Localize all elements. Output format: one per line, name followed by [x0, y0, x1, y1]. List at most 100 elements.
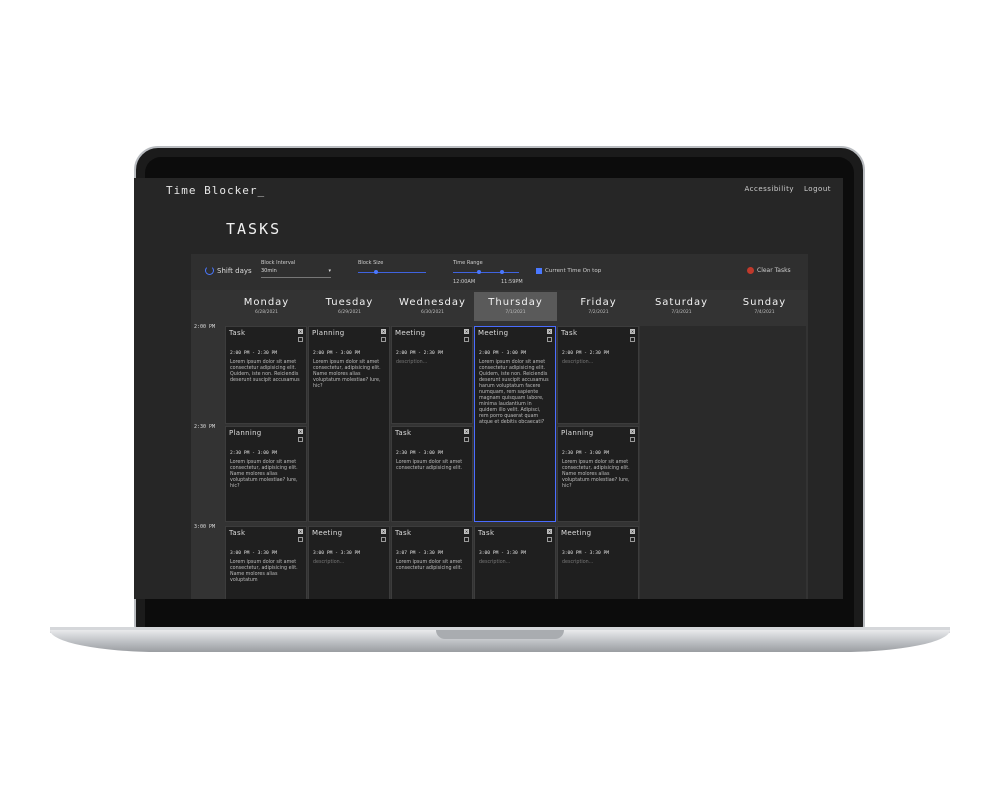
card-description: Lorem ipsum dolor sit amet consectetur, …: [562, 460, 630, 489]
current-time-checkbox[interactable]: Current Time On top: [536, 268, 601, 274]
card-time: 2:30 PM - 3:00 PM: [230, 451, 278, 456]
toolbar: Shift days Block Interval 30min ▾ Block …: [191, 254, 808, 290]
day-header-sunday: Sunday 7/4/2021: [723, 292, 806, 321]
day-date: 6/30/2021: [420, 310, 445, 315]
card-time: 3:07 PM - 3:30 PM: [396, 551, 444, 556]
block-interval-select[interactable]: 30min ▾: [261, 268, 331, 278]
logout-link[interactable]: Logout: [804, 185, 831, 193]
expand-icon[interactable]: [464, 337, 469, 342]
chevron-down-icon: ▾: [328, 268, 331, 274]
card-time: 3:00 PM - 3:30 PM: [230, 551, 278, 556]
clear-tasks-label: Clear Tasks: [757, 267, 791, 274]
day-header-saturday: Saturday 7/3/2021: [640, 292, 723, 321]
card-title: Meeting: [478, 329, 509, 337]
close-icon[interactable]: ✕: [630, 329, 635, 334]
time-range-slider[interactable]: [453, 272, 519, 273]
task-card[interactable]: Task ✕ 2:00 PM - 2:30 PM description...: [557, 326, 639, 424]
day-header-monday: Monday 6/28/2021: [225, 292, 308, 321]
clear-tasks-button[interactable]: Clear Tasks: [747, 267, 791, 274]
close-icon[interactable]: ✕: [298, 329, 303, 334]
rotate-icon: [205, 266, 214, 275]
close-icon[interactable]: ✕: [381, 329, 386, 334]
close-icon[interactable]: ✕: [630, 529, 635, 534]
card-title: Task: [395, 429, 412, 437]
block-size-handle[interactable]: [374, 270, 378, 274]
time-range-label: Time Range: [453, 260, 483, 266]
task-card[interactable]: Task ✕ 3:00 PM - 3:30 PM Lorem ipsum dol…: [225, 526, 307, 599]
block-size-slider[interactable]: [358, 272, 426, 273]
expand-icon[interactable]: [381, 537, 386, 542]
expand-icon[interactable]: [298, 537, 303, 542]
card-title: Task: [229, 529, 246, 537]
day-date: 7/2/2021: [588, 310, 609, 315]
expand-icon[interactable]: [464, 537, 469, 542]
checkbox-icon: [536, 268, 542, 274]
accessibility-link[interactable]: Accessibility: [744, 185, 794, 193]
close-icon[interactable]: ✕: [464, 429, 469, 434]
card-description: description...: [479, 560, 511, 565]
card-time: 2:00 PM - 2:30 PM: [230, 351, 278, 356]
task-card[interactable]: Meeting ✕ 2:00 PM - 2:30 PM description.…: [391, 326, 473, 424]
time-range-end-handle[interactable]: [500, 270, 504, 274]
day-name: Sunday: [742, 297, 787, 308]
close-icon[interactable]: ✕: [381, 529, 386, 534]
card-time: 3:00 PM - 3:30 PM: [479, 551, 527, 556]
shift-days-button[interactable]: Shift days: [205, 266, 252, 275]
clear-icon: [747, 267, 754, 274]
card-title: Meeting: [395, 329, 426, 337]
card-title: Meeting: [312, 529, 343, 537]
close-icon[interactable]: ✕: [298, 529, 303, 534]
day-header-tuesday: Tuesday 6/29/2021: [308, 292, 391, 321]
card-title: Task: [478, 529, 495, 537]
task-card-selected[interactable]: Meeting ✕ 2:00 PM - 3:00 PM Lorem ipsum …: [474, 326, 556, 522]
card-description: Lorem ipsum dolor sit amet consectetur, …: [313, 360, 381, 389]
card-title: Meeting: [561, 529, 592, 537]
card-title: Task: [395, 529, 412, 537]
app-title[interactable]: Time Blocker_: [166, 184, 265, 197]
close-icon[interactable]: ✕: [464, 329, 469, 334]
close-icon[interactable]: ✕: [547, 529, 552, 534]
expand-icon[interactable]: [630, 437, 635, 442]
time-range-start-handle[interactable]: [477, 270, 481, 274]
task-card[interactable]: Task ✕ 2:30 PM - 3:00 PM Lorem ipsum dol…: [391, 426, 473, 522]
card-title: Planning: [229, 429, 262, 437]
task-card[interactable]: Meeting ✕ 3:00 PM - 3:30 PM description.…: [557, 526, 639, 599]
expand-icon[interactable]: [464, 437, 469, 442]
expand-icon[interactable]: [547, 337, 552, 342]
card-title: Planning: [561, 429, 594, 437]
close-icon[interactable]: ✕: [547, 329, 552, 334]
time-label: 2:00 PM: [194, 324, 216, 330]
card-time: 2:00 PM - 2:30 PM: [396, 351, 444, 356]
page-title: TASKS: [226, 220, 282, 238]
day-header-wednesday: Wednesday 6/30/2021: [391, 292, 474, 321]
day-name: Wednesday: [399, 297, 466, 308]
task-card[interactable]: Task ✕ 3:00 PM - 3:30 PM description...: [474, 526, 556, 599]
task-card[interactable]: Planning ✕ 2:30 PM - 3:00 PM Lorem ipsum…: [225, 426, 307, 522]
block-interval-value: 30min: [261, 268, 277, 274]
card-description: description...: [562, 560, 594, 565]
close-icon[interactable]: ✕: [298, 429, 303, 434]
time-range-start: 12:00AM: [453, 279, 476, 285]
current-time-label: Current Time On top: [545, 268, 602, 274]
close-icon[interactable]: ✕: [464, 529, 469, 534]
expand-icon[interactable]: [630, 337, 635, 342]
expand-icon[interactable]: [381, 337, 386, 342]
close-icon[interactable]: ✕: [630, 429, 635, 434]
task-card[interactable]: Task ✕ 2:00 PM - 2:30 PM Lorem ipsum dol…: [225, 326, 307, 424]
day-name: Thursday: [488, 297, 543, 308]
day-name: Friday: [580, 297, 617, 308]
task-card[interactable]: Planning ✕ 2:30 PM - 3:00 PM Lorem ipsum…: [557, 426, 639, 522]
expand-icon[interactable]: [298, 337, 303, 342]
expand-icon[interactable]: [630, 537, 635, 542]
calendar-panel: Shift days Block Interval 30min ▾ Block …: [191, 254, 808, 599]
expand-icon[interactable]: [298, 437, 303, 442]
expand-icon[interactable]: [547, 537, 552, 542]
task-card[interactable]: Meeting ✕ 3:00 PM - 3:30 PM description.…: [308, 526, 390, 599]
card-description: description...: [562, 360, 594, 365]
card-description: description...: [396, 360, 428, 365]
task-card[interactable]: Task ✕ 3:07 PM - 3:30 PM Lorem ipsum dol…: [391, 526, 473, 599]
task-card[interactable]: Planning ✕ 2:00 PM - 3:00 PM Lorem ipsum…: [308, 326, 390, 522]
card-description: Lorem ipsum dolor sit amet consectetur, …: [230, 560, 298, 583]
day-date: 7/1/2021: [505, 310, 526, 315]
time-label: 2:30 PM: [194, 424, 216, 430]
